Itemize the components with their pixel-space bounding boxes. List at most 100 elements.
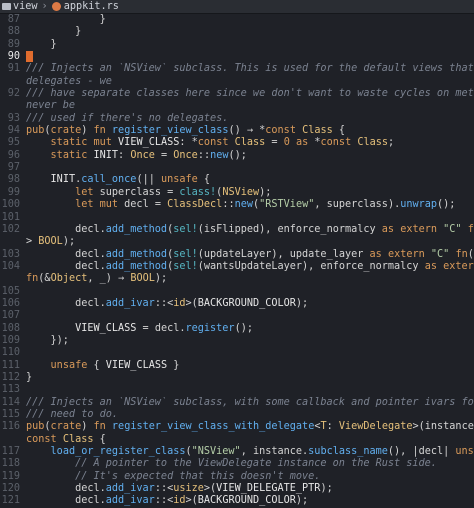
code-line[interactable]: 115 /// need to do. xyxy=(0,409,474,421)
code-line[interactable]: 108 VIEW_CLASS = decl.register(); xyxy=(0,323,474,335)
code-line[interactable]: 98 INIT.call_once(|| unsafe { xyxy=(0,174,474,186)
line-number: 115 xyxy=(1,409,20,420)
code-text: }); xyxy=(26,334,69,346)
code-line[interactable]: 107 xyxy=(0,310,474,322)
code-line[interactable]: 100 let mut decl = ClassDecl::new("RSTVi… xyxy=(0,199,474,211)
code-line[interactable]: 103 decl.add_method(sel!(updateLayer), u… xyxy=(0,249,474,261)
line-number: 93 xyxy=(7,112,20,124)
line-number: 91 xyxy=(7,63,20,75)
code-text: decl.add_ivar::<id>(BACKGROUND_COLOR); xyxy=(26,495,309,507)
code-text: decl.add_ivar::<id>(BACKGROUND_COLOR); xyxy=(26,297,309,309)
line-number: 94 xyxy=(7,125,20,137)
code-line[interactable]: 121 decl.add_ivar::<id>(BACKGROUND_COLOR… xyxy=(0,495,474,507)
rust-file-icon xyxy=(51,2,61,11)
code-line[interactable]: 93 /// used if there's no delegates. xyxy=(0,113,474,125)
code-line[interactable]: 112} xyxy=(0,372,474,384)
code-line[interactable]: const Class { xyxy=(0,434,474,446)
line-number xyxy=(0,76,26,88)
code-text: static INIT: Once = Once::new(); xyxy=(50,149,247,161)
code-text: decl.add_method(sel!(updateLayer), updat… xyxy=(26,248,474,260)
line-number: 104 xyxy=(1,260,20,272)
code-line[interactable]: 119 // It's expected that this doesn't m… xyxy=(0,471,474,483)
code-line[interactable]: 91 /// Injects an `NSView` subclass. This… xyxy=(0,63,474,75)
line-number: 112 xyxy=(1,371,20,383)
code-text: decl.add_method(sel!(wantsUpdateLayer), … xyxy=(26,260,474,272)
code-line[interactable]: 102 decl.add_method(sel!(isFlipped), enf… xyxy=(0,224,474,236)
code-line[interactable]: 94 pub(crate) fn register_view_class() → … xyxy=(0,125,474,137)
code-text: // It's expected that this doesn't move. xyxy=(26,470,321,482)
code-line[interactable]: 89 } xyxy=(0,39,474,51)
line-number: 99 xyxy=(7,186,20,198)
code-line[interactable]: 114 /// Injects an `NSView` subclass, wit… xyxy=(0,397,474,409)
code-text: } xyxy=(26,26,82,38)
line-number: 121 xyxy=(1,495,20,507)
code-line[interactable]: 99 let superclass = class!(NSView); xyxy=(0,187,474,199)
line-number: 111 xyxy=(1,359,20,371)
code-line[interactable]: 113 xyxy=(0,384,474,396)
line-number: 117 xyxy=(1,446,20,458)
code-line[interactable]: 88 } xyxy=(0,26,474,38)
code-line[interactable]: 90 xyxy=(0,51,474,63)
line-number: 98 xyxy=(7,174,20,186)
code-text: > BOOL); xyxy=(26,236,76,248)
breadcrumb-file[interactable]: appkit.rs xyxy=(64,1,119,12)
line-number: 89 xyxy=(7,38,20,50)
code-line[interactable]: 101 xyxy=(0,212,474,224)
code-text: fn(&Object, _) → BOOL); xyxy=(26,273,168,285)
line-number: 108 xyxy=(1,322,20,334)
code-line[interactable]: 118 // A pointer to the ViewDelegate ins… xyxy=(0,458,474,470)
code-text: } xyxy=(26,38,57,50)
line-number: 109 xyxy=(1,334,20,346)
code-line[interactable]: 110 xyxy=(0,347,474,359)
code-text: delegates - we xyxy=(26,75,112,87)
code-text: let superclass = class!(NSView); xyxy=(75,186,272,198)
line-number: 113 xyxy=(1,384,20,396)
code-text: const Class { xyxy=(26,433,106,445)
code-line[interactable]: 92 /// have separate classes here since w… xyxy=(0,88,474,100)
code-line[interactable]: 111 unsafe { VIEW_CLASS } xyxy=(0,360,474,372)
code-line[interactable]: delegates - we xyxy=(0,76,474,88)
code-text xyxy=(26,51,474,63)
line-number: 87 xyxy=(7,14,20,25)
code-line[interactable]: 105 xyxy=(0,286,474,298)
code-line[interactable]: 116 pub(crate) fn register_view_class_wit… xyxy=(0,421,474,433)
code-line[interactable]: fn(&Object, _) → BOOL); xyxy=(0,273,474,285)
code-text: } xyxy=(26,371,33,383)
line-number: 90 xyxy=(7,51,20,63)
line-number: 103 xyxy=(1,248,20,260)
code-text: static mut VIEW_CLASS: *const Class = 0 … xyxy=(50,137,395,149)
code-line[interactable]: 104 decl.add_method(sel!(wantsUpdateLaye… xyxy=(0,261,474,273)
line-number: 88 xyxy=(7,26,20,38)
code-line[interactable]: 117 load_or_register_class("NSView", ins… xyxy=(0,446,474,458)
breadcrumb-bar: view › appkit.rs xyxy=(0,0,474,14)
code-text: /// Injects an `NSView` subclass, with s… xyxy=(26,396,474,408)
line-number: 101 xyxy=(1,211,20,223)
code-line[interactable]: 87 } xyxy=(0,14,474,26)
code-editor[interactable]: 87 } 88 } 89 } 90 91/// Injects an `NSView` … xyxy=(0,14,474,508)
line-number xyxy=(0,100,26,112)
line-number: 119 xyxy=(1,470,20,482)
code-line[interactable]: 95 static mut VIEW_CLASS: *const Class =… xyxy=(0,137,474,149)
breadcrumb-folder[interactable]: view xyxy=(13,1,38,12)
line-number: 96 xyxy=(7,149,20,161)
code-text: load_or_register_class("NSView", instanc… xyxy=(50,446,474,458)
code-line[interactable]: 97 xyxy=(0,162,474,174)
code-line[interactable]: never be xyxy=(0,100,474,112)
code-text: never be xyxy=(26,100,76,112)
line-number: 118 xyxy=(1,458,20,470)
code-line[interactable]: 109 }); xyxy=(0,335,474,347)
line-number: 106 xyxy=(1,297,20,309)
code-text: } xyxy=(26,14,106,25)
code-text: decl.add_method(sel!(isFlipped), enforce… xyxy=(26,223,474,235)
code-line[interactable]: 106 decl.add_ivar::<id>(BACKGROUND_COLOR… xyxy=(0,298,474,310)
code-line[interactable]: 96 static INIT: Once = Once::new(); xyxy=(0,150,474,162)
code-line[interactable]: > BOOL); xyxy=(0,236,474,248)
code-text: let mut decl = ClassDecl::new("RSTView",… xyxy=(75,199,456,211)
line-number: 100 xyxy=(1,199,20,211)
